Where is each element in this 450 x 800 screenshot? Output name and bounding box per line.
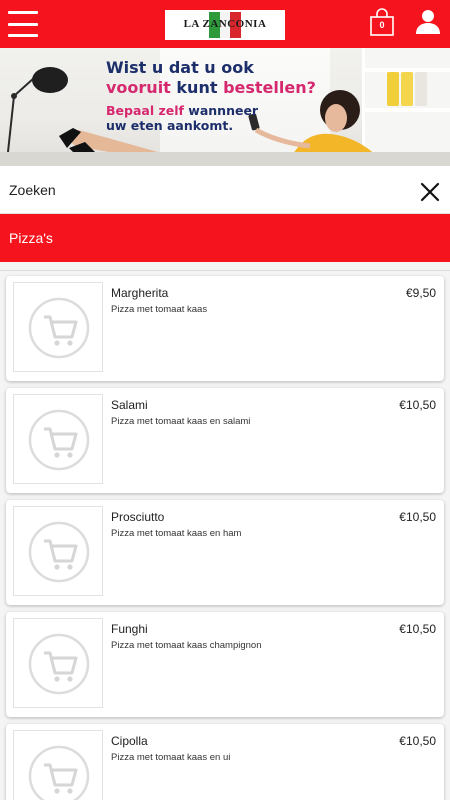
product-description: Pizza met tomaat kaas — [111, 304, 208, 315]
promo-banner[interactable]: Wist u dat u ook vooruit kunt bestellen?… — [0, 48, 450, 166]
top-bar: LA ZANCONIA 0 — [0, 0, 450, 48]
product-list: Margherita Pizza met tomaat kaas €9,50 S… — [0, 262, 450, 800]
banner-highlight-vooruit: vooruit — [106, 78, 171, 97]
product-image-placeholder — [13, 394, 103, 484]
banner-word-wannneer: wannneer — [188, 103, 259, 118]
banner-desk — [0, 152, 450, 166]
category-title: Pizza's — [9, 230, 53, 246]
user-icon — [416, 10, 440, 34]
cart-count-badge: 0 — [379, 20, 385, 30]
shopping-cart-icon — [28, 521, 90, 583]
hamburger-menu-icon[interactable] — [8, 11, 38, 37]
product-name: Prosciutto — [111, 510, 165, 524]
product-description: Pizza met tomaat kaas en ui — [111, 752, 231, 763]
search-input[interactable] — [0, 166, 400, 213]
product-image-placeholder — [13, 282, 103, 372]
product-name: Salami — [111, 398, 148, 412]
banner-line-1: Wist u dat u ook — [106, 58, 254, 77]
shopping-cart-icon — [28, 297, 90, 359]
shopping-cart-icon — [28, 409, 90, 471]
cart-button[interactable]: 0 — [369, 8, 395, 36]
product-price: €10,50 — [399, 510, 436, 524]
clear-search-button[interactable] — [419, 181, 441, 203]
product-card-salami[interactable]: Salami Pizza met tomaat kaas en salami €… — [6, 388, 444, 493]
category-header[interactable]: Pizza's — [0, 214, 450, 262]
product-price: €10,50 — [399, 734, 436, 748]
banner-text: Wist u dat u ook vooruit kunt bestellen?… — [106, 58, 316, 133]
product-image-placeholder — [13, 618, 103, 708]
search-bar — [0, 166, 450, 214]
product-description: Pizza met tomaat kaas en salami — [111, 416, 251, 427]
product-price: €10,50 — [399, 622, 436, 636]
product-price: €9,50 — [405, 286, 436, 300]
product-card-margherita[interactable]: Margherita Pizza met tomaat kaas €9,50 — [6, 276, 444, 381]
product-price: €10,50 — [399, 398, 436, 412]
logo[interactable]: LA ZANCONIA — [165, 10, 285, 40]
banner-highlight-bepaal-zelf: Bepaal zelf — [106, 103, 184, 118]
banner-word-kunt: kunt — [176, 78, 218, 97]
product-card-prosciutto[interactable]: Prosciutto Pizza met tomaat kaas en ham … — [6, 500, 444, 605]
list-divider — [0, 270, 450, 271]
product-card-cipolla[interactable]: Cipolla Pizza met tomaat kaas en ui €10,… — [6, 724, 444, 800]
logo-text: LA ZANCONIA — [183, 18, 267, 30]
product-image-placeholder — [13, 506, 103, 596]
banner-highlight-bestellen: bestellen? — [223, 78, 316, 97]
banner-line-3: Bepaal zelf wannneer — [106, 103, 316, 118]
account-button[interactable] — [414, 8, 442, 36]
shopping-cart-icon — [28, 745, 90, 800]
product-name: Funghi — [111, 622, 148, 636]
shopping-cart-icon — [28, 633, 90, 695]
product-name: Cipolla — [111, 734, 148, 748]
product-description: Pizza met tomaat kaas en ham — [111, 528, 242, 539]
banner-line-4: uw eten aankomt. — [106, 118, 234, 133]
product-description: Pizza met tomaat kaas champignon — [111, 640, 262, 651]
close-icon — [420, 182, 440, 202]
banner-line-2: vooruit kunt bestellen? — [106, 78, 316, 98]
product-image-placeholder — [13, 730, 103, 800]
product-card-funghi[interactable]: Funghi Pizza met tomaat kaas champignon … — [6, 612, 444, 717]
product-name: Margherita — [111, 286, 169, 300]
